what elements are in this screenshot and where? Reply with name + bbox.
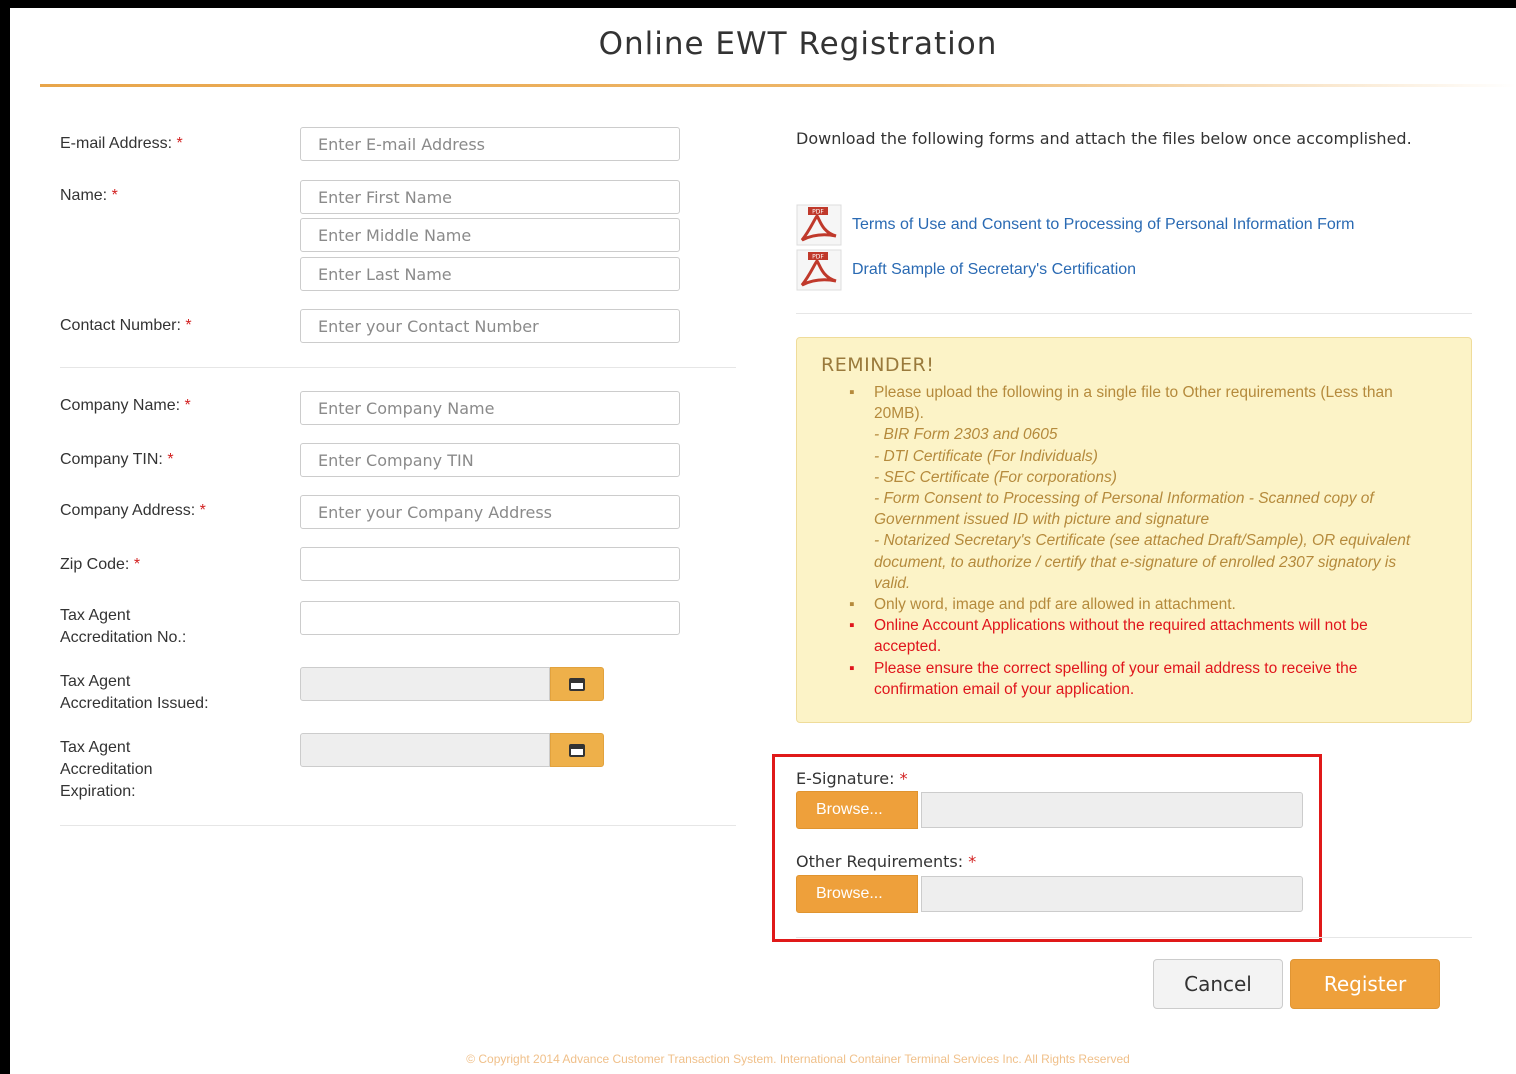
name-label: Name: * xyxy=(60,187,118,204)
company-tin-field[interactable] xyxy=(300,443,680,477)
tax-agent-no-label: Tax Agent Accreditation No.: xyxy=(60,607,187,646)
section-divider xyxy=(60,367,736,368)
contact-number-field[interactable] xyxy=(300,309,680,343)
email-field[interactable] xyxy=(300,127,680,161)
svg-text:PDF: PDF xyxy=(812,254,824,261)
e-signature-label: E-Signature: * xyxy=(796,769,908,788)
reminder-list: ▪ Please upload the following in a singl… xyxy=(847,382,1431,700)
reminder-title: REMINDER! xyxy=(821,354,935,376)
svg-text:PDF: PDF xyxy=(812,209,824,216)
title-divider xyxy=(40,84,1516,87)
pdf-icon: PDF xyxy=(796,249,842,291)
last-name-field[interactable] xyxy=(300,257,680,291)
secretary-certification-link[interactable]: Draft Sample of Secretary's Certificatio… xyxy=(852,261,1136,279)
tax-agent-no-field[interactable] xyxy=(300,601,680,635)
company-name-field[interactable] xyxy=(300,391,680,425)
zip-code-field[interactable] xyxy=(300,547,680,581)
pdf-icon: PDF xyxy=(796,204,842,246)
reminder-item-warning: ▪ Online Account Applications without the… xyxy=(849,617,1368,656)
tax-agent-issued-field[interactable] xyxy=(300,667,550,701)
download-instructions: Download the following forms and attach … xyxy=(796,129,1412,148)
cancel-button[interactable]: Cancel xyxy=(1153,959,1283,1009)
section-divider xyxy=(60,825,736,826)
other-requirements-file-field[interactable] xyxy=(921,876,1303,912)
other-requirements-browse-button[interactable]: Browse... xyxy=(796,875,918,913)
e-signature-file-field[interactable] xyxy=(921,792,1303,828)
calendar-icon xyxy=(569,677,585,691)
page-title: Online EWT Registration xyxy=(598,26,998,62)
zip-code-label: Zip Code: * xyxy=(60,556,141,573)
footer-copyright: © Copyright 2014 Advance Customer Transa… xyxy=(466,1052,1130,1066)
tax-agent-issued-label: Tax Agent Accreditation Issued: xyxy=(60,673,209,712)
reminder-item: ▪ Please upload the following in a singl… xyxy=(849,384,1411,592)
download-item-certification: PDF Draft Sample of Secretary's Certific… xyxy=(796,249,1136,291)
calendar-icon xyxy=(569,743,585,757)
other-requirements-label: Other Requirements: * xyxy=(796,852,977,871)
tax-agent-expiration-date xyxy=(300,733,604,767)
register-button[interactable]: Register xyxy=(1290,959,1440,1009)
reminder-item-warning: ▪ Please ensure the correct spelling of y… xyxy=(849,659,1358,698)
section-divider xyxy=(796,313,1472,314)
contact-number-label: Contact Number: * xyxy=(60,317,192,334)
e-signature-browse-button[interactable]: Browse... xyxy=(796,791,918,829)
company-address-label: Company Address: * xyxy=(60,502,206,519)
company-address-field[interactable] xyxy=(300,495,680,529)
tax-agent-issued-calendar-button[interactable] xyxy=(550,667,604,701)
tax-agent-issued-date xyxy=(300,667,604,701)
first-name-field[interactable] xyxy=(300,180,680,214)
tax-agent-expiration-field[interactable] xyxy=(300,733,550,767)
tax-agent-expiration-label: Tax Agent Accreditation Expiration: xyxy=(60,739,153,800)
section-divider xyxy=(796,937,1472,938)
company-name-label: Company Name: * xyxy=(60,397,191,414)
company-tin-label: Company TIN: * xyxy=(60,451,174,468)
reminder-item: ▪ Only word, image and pdf are allowed in… xyxy=(849,596,1236,614)
reminder-box: REMINDER! ▪ Please upload the following … xyxy=(796,337,1472,723)
download-item-terms: PDF Terms of Use and Consent to Processi… xyxy=(796,204,1354,246)
terms-of-use-link[interactable]: Terms of Use and Consent to Processing o… xyxy=(852,216,1354,234)
email-label: E-mail Address: * xyxy=(60,135,183,152)
middle-name-field[interactable] xyxy=(300,218,680,252)
tax-agent-expiration-calendar-button[interactable] xyxy=(550,733,604,767)
